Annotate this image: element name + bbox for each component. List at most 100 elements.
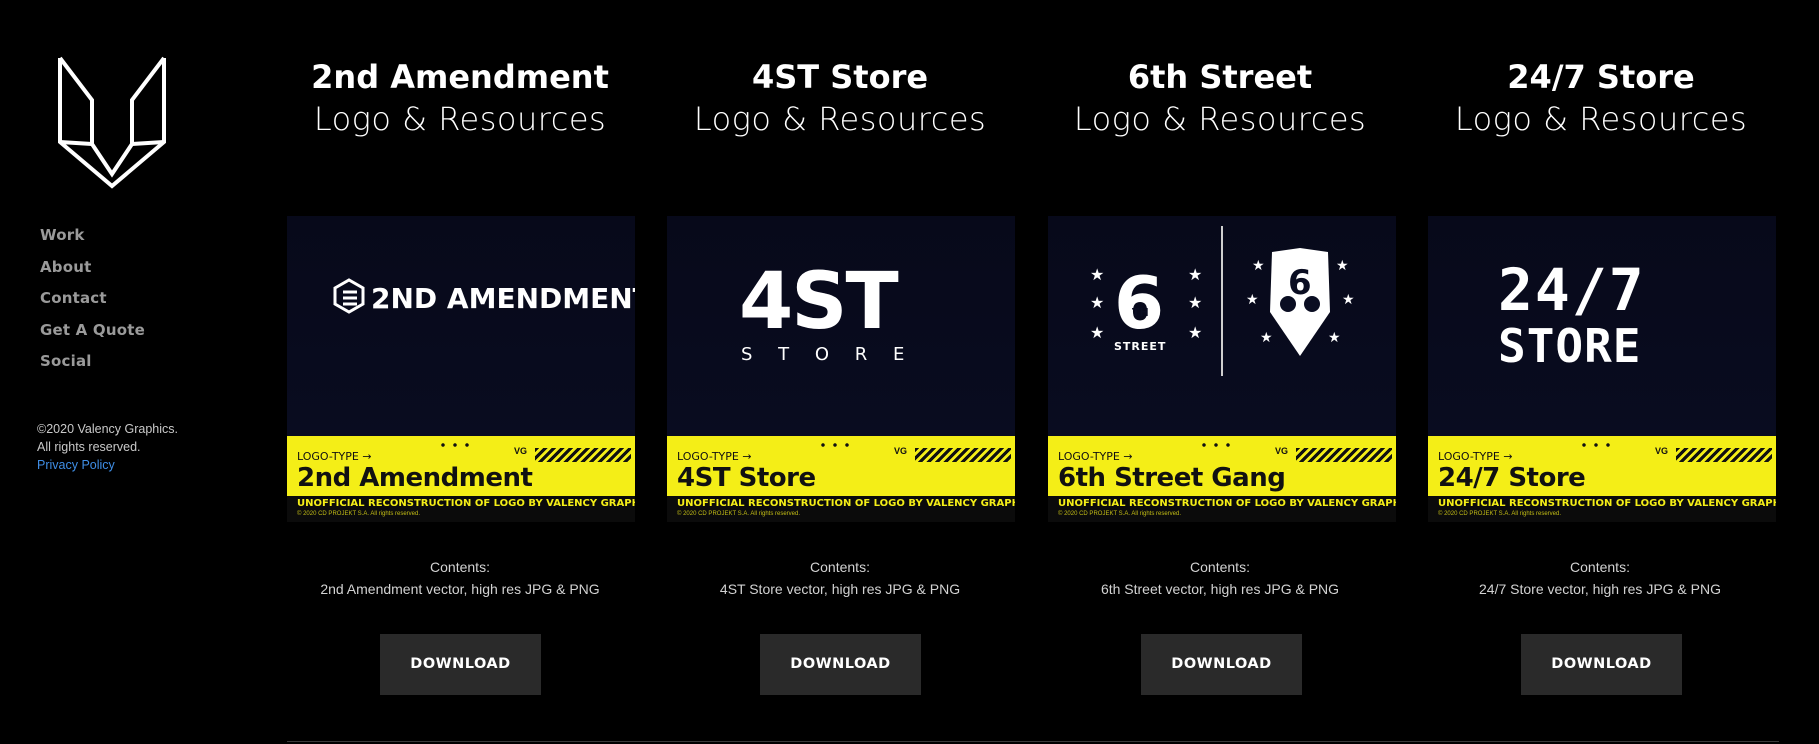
svg-text:★: ★ bbox=[1188, 293, 1202, 312]
band-name: 2nd Amendment bbox=[297, 463, 533, 493]
nav-get-a-quote[interactable]: Get A Quote bbox=[40, 321, 145, 339]
vg-badge: VG bbox=[893, 446, 907, 456]
band-strip: UNOFFICIAL RECONSTRUCTION OF LOGO BY VAL… bbox=[1428, 496, 1776, 522]
card-title-2nd-amendment: 2nd Amendment Logo & Resources bbox=[286, 56, 634, 140]
band-copyright: © 2020 CD PROJEKT S.A. All rights reserv… bbox=[1438, 511, 1562, 517]
skull-emblem-icon: 6 ★ ★ ★ ★ ★ ★ bbox=[1246, 248, 1355, 356]
band-name: 24/7 Store bbox=[1438, 463, 1586, 493]
nav-work[interactable]: Work bbox=[40, 226, 85, 244]
card-subtitle: Logo & Resources bbox=[313, 100, 607, 138]
card-title-6th-street: 6th Street Logo & Resources bbox=[1046, 56, 1394, 140]
band-dots bbox=[1578, 443, 1618, 447]
svg-text:★: ★ bbox=[1246, 292, 1259, 308]
emblem-number: 6 bbox=[1288, 263, 1312, 303]
unofficial-text: UNOFFICIAL RECONSTRUCTION OF LOGO BY VAL… bbox=[1438, 498, 1776, 509]
download-button-6th-street[interactable]: DOWNLOAD bbox=[1141, 634, 1302, 695]
svg-text:★: ★ bbox=[1342, 292, 1355, 308]
vg-badge: VG bbox=[1654, 446, 1668, 456]
logo-type-label: LOGO-TYPE → bbox=[677, 450, 752, 463]
logo-street: STREET bbox=[1114, 340, 1166, 353]
card-title: 6th Street bbox=[1127, 58, 1313, 96]
svg-text:★: ★ bbox=[1188, 323, 1202, 342]
band-name: 6th Street Gang bbox=[1058, 463, 1286, 493]
logo-type-label: LOGO-TYPE → bbox=[1438, 450, 1513, 463]
band-name: 4ST Store bbox=[677, 463, 816, 493]
bottom-divider bbox=[287, 741, 1779, 742]
svg-text:★: ★ bbox=[1328, 330, 1341, 346]
info-band: LOGO-TYPE → VG 24/7 Store UNOFFICIAL REC… bbox=[1428, 436, 1776, 522]
band-copyright: © 2020 CD PROJEKT S.A. All rights reserv… bbox=[297, 511, 421, 517]
band-dots bbox=[437, 443, 477, 447]
download-button-24-7-store[interactable]: DOWNLOAD bbox=[1521, 634, 1682, 695]
svg-text:★: ★ bbox=[1188, 265, 1202, 284]
hatch-decoration bbox=[1296, 448, 1392, 462]
band-strip: UNOFFICIAL RECONSTRUCTION OF LOGO BY VAL… bbox=[667, 496, 1015, 522]
contents-block: Contents: 24/7 Store vector, high res JP… bbox=[1426, 556, 1774, 600]
sidebar-nav: Work About Contact Get A Quote Social bbox=[40, 226, 145, 384]
contents-desc: 4ST Store vector, high res JPG & PNG bbox=[719, 581, 961, 597]
logo-th: TH bbox=[1132, 306, 1149, 319]
card-subtitle: Logo & Resources bbox=[693, 100, 987, 138]
band-strip: UNOFFICIAL RECONSTRUCTION OF LOGO BY VAL… bbox=[1048, 496, 1396, 522]
hatch-decoration bbox=[1676, 448, 1772, 462]
logo-number: 6 bbox=[1114, 261, 1164, 345]
2nd-amendment-logo-art: 2ND AMENDMENT bbox=[333, 278, 635, 315]
nav-about[interactable]: About bbox=[40, 258, 92, 276]
card-title: 4ST Store bbox=[751, 58, 929, 96]
thumbnail-24-7-store[interactable]: 24/7 STORE LOGO-TYPE → VG 24/7 Store UNO… bbox=[1428, 216, 1776, 522]
contents-block: Contents: 2nd Amendment vector, high res… bbox=[286, 556, 634, 600]
nav-social[interactable]: Social bbox=[40, 352, 92, 370]
svg-text:★: ★ bbox=[1090, 265, 1104, 284]
contents-label: Contents: bbox=[430, 559, 490, 575]
info-band: LOGO-TYPE → VG 6th Street Gang UNOFFICIA… bbox=[1048, 436, 1396, 522]
info-band: LOGO-TYPE → VG 2nd Amendment UNOFFICIAL … bbox=[287, 436, 635, 522]
download-button-4st-store[interactable]: DOWNLOAD bbox=[760, 634, 921, 695]
6th-street-logo-art: ★ ★ ★ ★ ★ ★ 6 TH STREET 6 ★ ★ ★ ★ ★ ★ bbox=[1090, 226, 1355, 376]
contents-label: Contents: bbox=[810, 559, 870, 575]
card-title-24-7-store: 24/7 Store Logo & Resources bbox=[1427, 56, 1775, 140]
valency-graphics-logo[interactable] bbox=[56, 44, 168, 190]
svg-text:★: ★ bbox=[1260, 330, 1273, 346]
band-dots bbox=[817, 443, 857, 447]
contents-desc: 24/7 Store vector, high res JPG & PNG bbox=[1479, 581, 1721, 597]
hatch-decoration bbox=[915, 448, 1011, 462]
hatch-decoration bbox=[535, 448, 631, 462]
card-subtitle: Logo & Resources bbox=[1454, 100, 1748, 138]
vg-badge: VG bbox=[513, 446, 527, 456]
band-strip: UNOFFICIAL RECONSTRUCTION OF LOGO BY VAL… bbox=[287, 496, 635, 522]
logo-text-main: 4ST bbox=[739, 257, 898, 347]
copyright-block: ©2020 Valency Graphics. All rights reser… bbox=[37, 420, 178, 474]
thumbnail-6th-street[interactable]: ★ ★ ★ ★ ★ ★ 6 TH STREET 6 ★ ★ ★ ★ ★ ★ LOGO-… bbox=[1048, 216, 1396, 522]
thumbnail-4st-store[interactable]: 4ST S T O R E LOGO-TYPE → VG 4ST Store U… bbox=[667, 216, 1015, 522]
card-subtitle: Logo & Resources bbox=[1073, 100, 1367, 138]
svg-text:★: ★ bbox=[1090, 323, 1104, 342]
logo-text: 2ND AMENDMENT bbox=[371, 282, 635, 315]
download-button-2nd-amendment[interactable]: DOWNLOAD bbox=[380, 634, 541, 695]
contents-block: Contents: 4ST Store vector, high res JPG… bbox=[666, 556, 1014, 600]
unofficial-text: UNOFFICIAL RECONSTRUCTION OF LOGO BY VAL… bbox=[677, 498, 1015, 509]
svg-text:★: ★ bbox=[1090, 293, 1104, 312]
sidebar: Work About Contact Get A Quote Social ©2… bbox=[0, 0, 280, 744]
contents-label: Contents: bbox=[1570, 559, 1630, 575]
info-band: LOGO-TYPE → VG 4ST Store UNOFFICIAL RECO… bbox=[667, 436, 1015, 522]
nav-contact[interactable]: Contact bbox=[40, 289, 107, 307]
card-title-4st-store: 4ST Store Logo & Resources bbox=[666, 56, 1014, 140]
card-title: 2nd Amendment bbox=[311, 58, 609, 96]
logo-text-sub: STORE bbox=[1498, 319, 1641, 373]
band-copyright: © 2020 CD PROJEKT S.A. All rights reserv… bbox=[677, 511, 801, 517]
contents-label: Contents: bbox=[1190, 559, 1250, 575]
privacy-policy-link[interactable]: Privacy Policy bbox=[37, 456, 178, 474]
svg-text:★: ★ bbox=[1252, 258, 1265, 274]
logo-type-label: LOGO-TYPE → bbox=[1058, 450, 1133, 463]
24-7-store-logo-art: 24/7 STORE bbox=[1498, 256, 1644, 373]
unofficial-text: UNOFFICIAL RECONSTRUCTION OF LOGO BY VAL… bbox=[1058, 498, 1396, 509]
band-copyright: © 2020 CD PROJEKT S.A. All rights reserv… bbox=[1058, 511, 1182, 517]
contents-desc: 6th Street vector, high res JPG & PNG bbox=[1100, 581, 1340, 597]
unofficial-text: UNOFFICIAL RECONSTRUCTION OF LOGO BY VAL… bbox=[297, 498, 635, 509]
band-dots bbox=[1198, 443, 1238, 447]
contents-desc: 2nd Amendment vector, high res JPG & PNG bbox=[320, 581, 600, 597]
thumbnail-2nd-amendment[interactable]: 2ND AMENDMENT LOGO-TYPE → VG 2nd Amendme… bbox=[287, 216, 635, 522]
logo-text-sub: S T O R E bbox=[741, 344, 914, 365]
svg-text:★: ★ bbox=[1336, 258, 1349, 274]
logo-type-label: LOGO-TYPE → bbox=[297, 450, 372, 463]
